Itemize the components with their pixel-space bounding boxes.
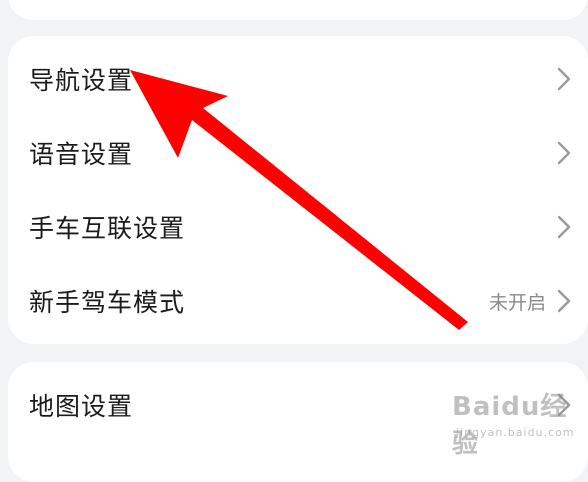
novice-driving-mode-label: 新手驾车模式 xyxy=(29,288,186,317)
settings-card-main: 导航设置 语音设置 手车互联设置 新手驾车模式 未开启 xyxy=(8,36,588,344)
phone-car-link-settings-label: 手车互联设置 xyxy=(29,214,186,243)
chevron-right-icon xyxy=(554,66,574,92)
settings-card-top xyxy=(8,0,588,20)
novice-driving-mode-status: 未开启 xyxy=(488,291,546,314)
voice-settings-row[interactable]: 语音设置 xyxy=(8,116,588,190)
novice-driving-mode-row[interactable]: 新手驾车模式 未开启 xyxy=(8,264,588,338)
phone-car-link-settings-row[interactable]: 手车互联设置 xyxy=(8,190,588,264)
chevron-right-icon xyxy=(554,392,574,418)
settings-card-bottom: 地图设置 xyxy=(8,362,588,482)
map-settings-label: 地图设置 xyxy=(29,392,134,421)
chevron-right-icon xyxy=(554,140,574,166)
nav-settings-row[interactable]: 导航设置 xyxy=(8,42,588,116)
chevron-right-icon xyxy=(554,288,574,314)
nav-settings-label: 导航设置 xyxy=(29,66,134,95)
voice-settings-label: 语音设置 xyxy=(29,140,134,169)
map-settings-row[interactable]: 地图设置 xyxy=(8,368,588,442)
chevron-right-icon xyxy=(554,214,574,240)
